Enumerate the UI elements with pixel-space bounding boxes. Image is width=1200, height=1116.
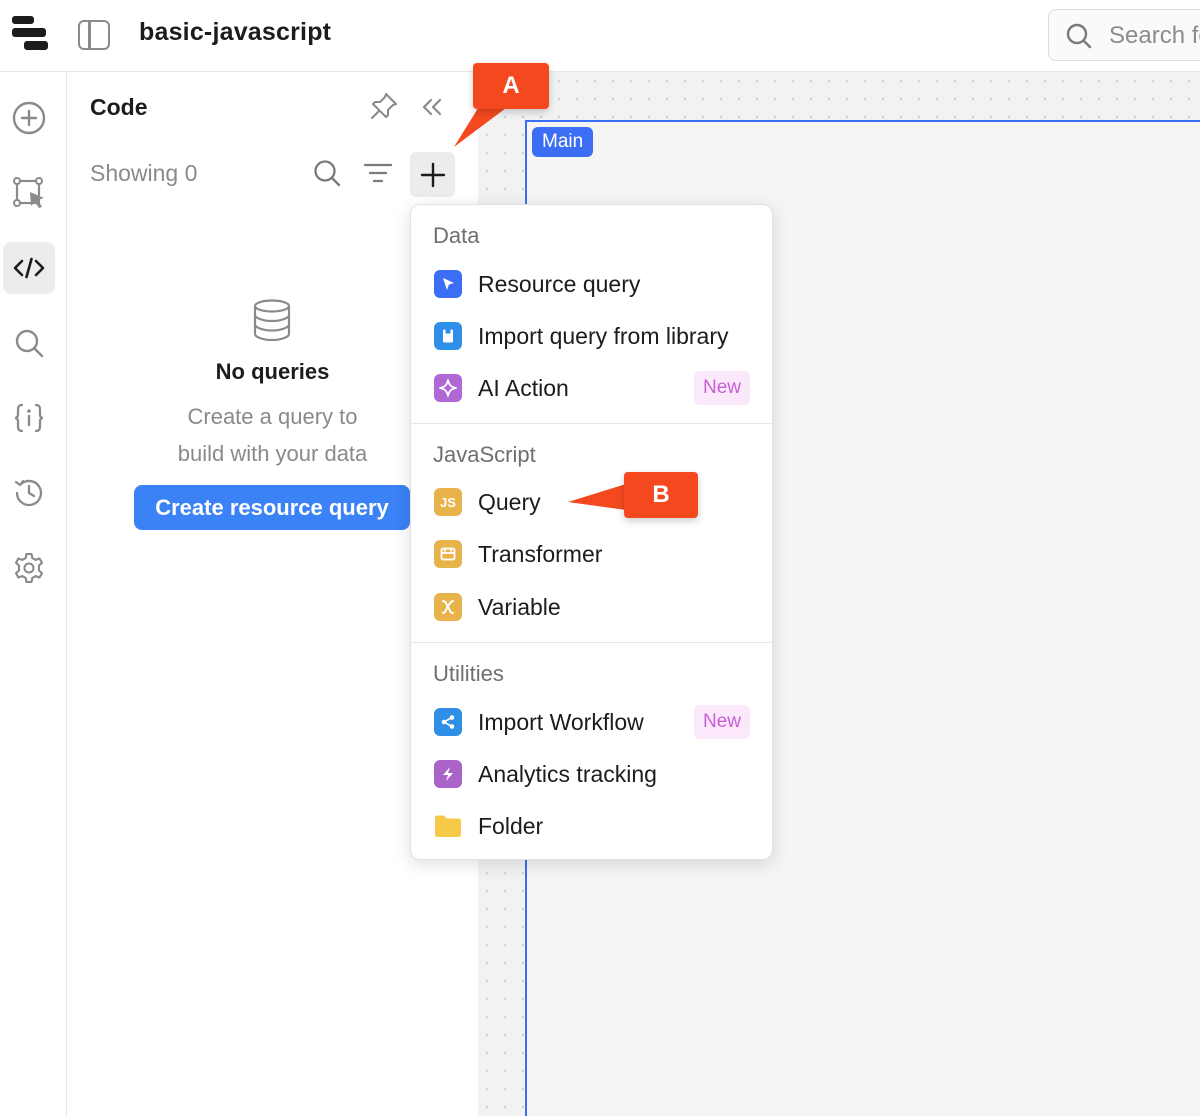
app-window: basic-javascript Search fo	[0, 0, 1200, 1116]
menu-item-label: Import query from library	[478, 323, 729, 349]
callout-a: A	[473, 63, 549, 109]
js-icon: JS	[434, 488, 462, 516]
top-bar: basic-javascript Search fo	[0, 0, 1200, 72]
panel-title: Code	[90, 94, 148, 120]
rail-settings-button[interactable]	[3, 542, 55, 594]
menu-item-label: Folder	[478, 813, 544, 839]
retool-logo-icon[interactable]	[12, 16, 48, 52]
folder-icon	[434, 812, 462, 840]
menu-section-header: JavaScript	[433, 442, 536, 467]
search-icon	[15, 329, 44, 358]
menu-item-import-query-library[interactable]: Import query from library	[411, 312, 772, 360]
panel-toggle-icon[interactable]	[78, 20, 110, 50]
menu-section-header: Utilities	[433, 661, 504, 686]
menu-item-import-workflow[interactable]: Import Workflow New	[411, 698, 772, 746]
state-icon	[14, 403, 44, 433]
menu-item-label: Variable	[478, 594, 561, 620]
rail-code-button[interactable]	[3, 242, 55, 294]
add-query-button[interactable]	[410, 152, 455, 197]
settings-icon	[14, 552, 44, 584]
rail-state-button[interactable]	[3, 392, 55, 444]
search-icon	[1066, 23, 1092, 49]
menu-item-label: Analytics tracking	[478, 761, 657, 787]
database-icon	[253, 299, 291, 342]
plus-icon	[420, 162, 445, 187]
menu-divider	[411, 423, 772, 424]
menu-item-folder[interactable]: Folder	[411, 802, 772, 850]
workflow-icon	[434, 708, 462, 736]
menu-item-label: Import Workflow	[478, 709, 644, 735]
analytics-icon	[434, 760, 462, 788]
menu-item-label: Query	[478, 489, 541, 515]
ai-sparkle-icon	[434, 374, 462, 402]
transformer-icon	[434, 540, 462, 568]
menu-item-variable[interactable]: Variable	[411, 583, 772, 631]
callout-b: B	[624, 472, 698, 518]
menu-item-label: AI Action	[478, 375, 569, 401]
menu-item-analytics-tracking[interactable]: Analytics tracking	[411, 750, 772, 798]
new-badge: New	[693, 371, 750, 405]
select-component-icon	[13, 177, 44, 208]
code-icon	[13, 257, 45, 279]
left-rail	[0, 72, 67, 1116]
rail-components-button[interactable]	[3, 167, 55, 219]
create-resource-query-button[interactable]: Create resource query	[134, 485, 410, 530]
search-icon[interactable]	[312, 158, 342, 188]
new-badge: New	[693, 705, 750, 739]
history-icon	[14, 479, 43, 507]
filter-icon[interactable]	[363, 160, 393, 186]
menu-item-label: Resource query	[478, 271, 641, 297]
menu-divider	[411, 642, 772, 643]
rail-search-button[interactable]	[3, 317, 55, 369]
showing-count: Showing 0	[90, 160, 198, 186]
variable-icon	[434, 593, 462, 621]
rail-add-button[interactable]	[3, 92, 55, 144]
app-title: basic-javascript	[139, 18, 332, 46]
add-circle-icon	[12, 101, 46, 135]
rail-history-button[interactable]	[3, 467, 55, 519]
menu-section-header: Data	[433, 223, 480, 248]
resource-query-icon	[434, 270, 462, 298]
library-icon	[434, 322, 462, 350]
menu-item-label: Transformer	[478, 541, 603, 567]
menu-item-transformer[interactable]: Transformer	[411, 530, 772, 578]
search-placeholder: Search fo	[1109, 22, 1200, 49]
main-frame-label[interactable]: Main	[532, 127, 594, 157]
menu-item-resource-query[interactable]: Resource query	[411, 260, 772, 308]
pin-icon[interactable]	[369, 91, 399, 121]
menu-item-ai-action[interactable]: AI Action New	[411, 364, 772, 412]
global-search-input[interactable]: Search fo	[1048, 9, 1200, 61]
add-query-menu: Data Resource query Import query from li…	[410, 204, 773, 860]
